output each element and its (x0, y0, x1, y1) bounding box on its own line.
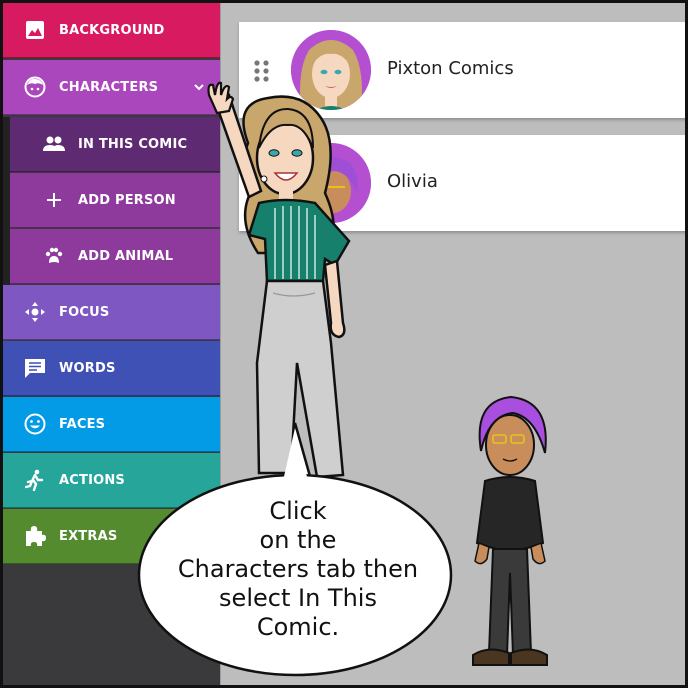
submenu-indicator (3, 117, 10, 285)
sidebar-item-add-animal[interactable]: ADD ANIMAL (10, 229, 220, 284)
people-icon (42, 132, 66, 156)
sidebar-item-label: FACES (59, 416, 106, 432)
sidebar-item-add-person[interactable]: ADD PERSON (10, 173, 220, 228)
speech-bubble-text: Click on the Characters tab then select … (153, 497, 443, 642)
bubble-line: Characters tab then (177, 555, 419, 583)
sidebar-item-label: EXTRAS (59, 528, 118, 544)
sidebar-item-label: CHARACTERS (59, 79, 159, 95)
plus-icon (42, 188, 66, 212)
puzzle-icon (23, 524, 47, 548)
running-person-icon (23, 468, 47, 492)
sidebar-item-label: FOCUS (59, 304, 110, 320)
image-icon (23, 18, 47, 42)
bubble-line: Comic. (256, 613, 340, 641)
sidebar-item-label: ACTIONS (59, 472, 126, 488)
avatar (291, 143, 371, 223)
tutorial-frame: BACKGROUND CHARACTERS IN THIS COMIC ADD … (0, 0, 688, 688)
bubble-line: Click (269, 497, 327, 525)
face-icon (23, 75, 47, 99)
sidebar-item-label: ADD PERSON (78, 192, 176, 208)
smiley-icon (23, 412, 47, 436)
sidebar-item-characters[interactable]: CHARACTERS (3, 60, 220, 115)
character-name: Olivia (387, 171, 438, 192)
sidebar-item-in-this-comic[interactable]: IN THIS COMIC (10, 117, 220, 172)
avatar (291, 30, 371, 110)
sidebar-item-focus[interactable]: FOCUS (3, 285, 220, 340)
drag-handle-icon[interactable] (253, 59, 271, 83)
character-name: Pixton Comics (387, 58, 514, 79)
chevron-down-icon[interactable] (192, 80, 206, 94)
bubble-line: select In This (219, 584, 377, 612)
sidebar-item-label: WORDS (59, 360, 116, 376)
sidebar-item-label: IN THIS COMIC (78, 136, 188, 152)
move-icon (23, 300, 47, 324)
character-card[interactable]: Pixton Comics (239, 22, 685, 118)
bubble-line: on the (259, 526, 337, 554)
paw-icon (42, 244, 66, 268)
sidebar-item-label: BACKGROUND (59, 22, 165, 38)
sidebar-item-words[interactable]: WORDS (3, 341, 220, 396)
character-card[interactable]: Olivia (239, 135, 685, 231)
sidebar-item-label: ADD ANIMAL (78, 248, 174, 264)
sidebar-item-faces[interactable]: FACES (3, 397, 220, 452)
speech-bubble-icon (23, 356, 47, 380)
sidebar-item-background[interactable]: BACKGROUND (3, 3, 220, 58)
